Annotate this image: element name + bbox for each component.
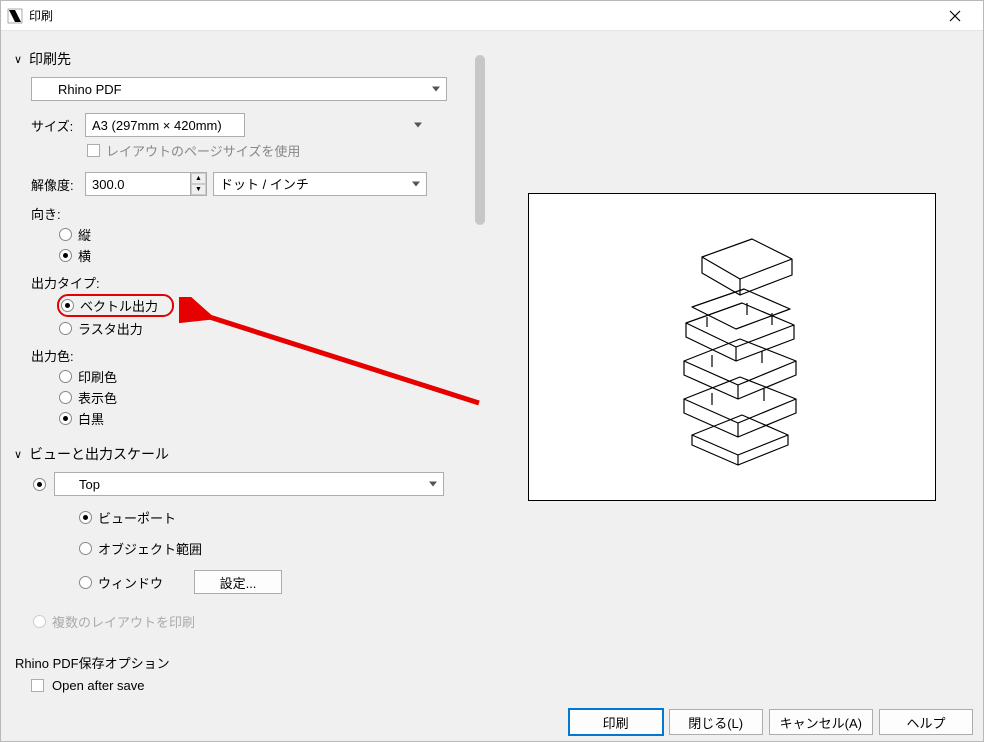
view-viewport-radio[interactable]	[79, 511, 92, 524]
section-destination[interactable]: ∨ 印刷先	[11, 49, 483, 69]
app-icon	[7, 8, 23, 24]
set-window-button[interactable]: 設定...	[194, 570, 282, 594]
resolution-input[interactable]	[85, 172, 207, 196]
resolution-spinner[interactable]: ▲▼	[85, 172, 207, 196]
orientation-landscape-radio[interactable]	[59, 249, 72, 262]
save-options-label: Rhino PDF保存オプション	[15, 653, 483, 672]
output-type-label: 出力タイプ:	[31, 273, 483, 292]
view-dropdown[interactable]: Top	[54, 472, 444, 496]
view-top-radio[interactable]	[33, 478, 46, 491]
size-dropdown[interactable]: A3 (297mm × 420mm)	[85, 113, 245, 137]
output-vector-label: ベクトル出力	[80, 296, 158, 315]
use-layout-page-size-label: レイアウトのページサイズを使用	[106, 141, 300, 160]
multi-layout-radio	[33, 615, 46, 628]
close-button[interactable]	[935, 2, 975, 30]
orientation-landscape-label: 横	[78, 246, 91, 265]
output-display-color-label: 表示色	[78, 388, 117, 407]
print-preview	[528, 193, 936, 501]
chevron-down-icon: ∨	[11, 448, 25, 461]
use-layout-page-size-checkbox[interactable]	[87, 144, 100, 157]
spin-up-button[interactable]: ▲	[191, 173, 206, 184]
output-raster-radio[interactable]	[59, 322, 72, 335]
output-bw-label: 白黒	[78, 409, 104, 428]
output-print-color-radio[interactable]	[59, 370, 72, 383]
highlight-vector: ベクトル出力	[57, 294, 174, 317]
output-raster-label: ラスタ出力	[78, 319, 143, 338]
view-extents-label: オブジェクト範囲	[98, 539, 202, 558]
orientation-portrait-label: 縦	[78, 225, 91, 244]
help-button[interactable]: ヘルプ	[879, 709, 973, 735]
close-dialog-button[interactable]: 閉じる(L)	[669, 709, 763, 735]
section-destination-label: 印刷先	[29, 49, 71, 69]
view-window-label: ウィンドウ	[98, 573, 188, 592]
open-after-save-checkbox[interactable]	[31, 679, 44, 692]
view-extents-radio[interactable]	[79, 542, 92, 555]
spin-down-button[interactable]: ▼	[191, 184, 206, 195]
view-viewport-label: ビューポート	[98, 508, 176, 527]
cancel-button[interactable]: キャンセル(A)	[769, 709, 873, 735]
resolution-label: 解像度:	[31, 175, 85, 194]
resolution-unit-dropdown[interactable]: ドット / インチ	[213, 172, 427, 196]
output-color-label: 出力色:	[31, 346, 483, 365]
size-select[interactable]: A3 (297mm × 420mm)	[85, 113, 429, 137]
open-after-save-label: Open after save	[52, 678, 145, 693]
orientation-label: 向き:	[31, 204, 483, 223]
multi-layout-label: 複数のレイアウトを印刷	[52, 612, 195, 631]
resolution-unit-select[interactable]: ドット / インチ	[213, 172, 427, 196]
close-icon	[949, 10, 961, 22]
preview-drawing	[652, 217, 812, 477]
output-bw-radio[interactable]	[59, 412, 72, 425]
section-view-label: ビューと出力スケール	[29, 444, 169, 464]
output-display-color-radio[interactable]	[59, 391, 72, 404]
printer-dropdown[interactable]: Rhino PDF	[31, 77, 447, 101]
view-select[interactable]: Top	[54, 472, 444, 496]
section-view[interactable]: ∨ ビューと出力スケール	[11, 444, 483, 464]
orientation-portrait-radio[interactable]	[59, 228, 72, 241]
chevron-down-icon: ∨	[11, 53, 25, 66]
print-button[interactable]: 印刷	[569, 709, 663, 735]
view-window-radio[interactable]	[79, 576, 92, 589]
size-label: サイズ:	[31, 116, 85, 135]
output-print-color-label: 印刷色	[78, 367, 117, 386]
scrollbar-thumb[interactable]	[475, 55, 485, 225]
dialog-title: 印刷	[29, 7, 935, 24]
output-vector-radio[interactable]	[61, 299, 74, 312]
printer-select[interactable]: Rhino PDF	[31, 77, 447, 101]
